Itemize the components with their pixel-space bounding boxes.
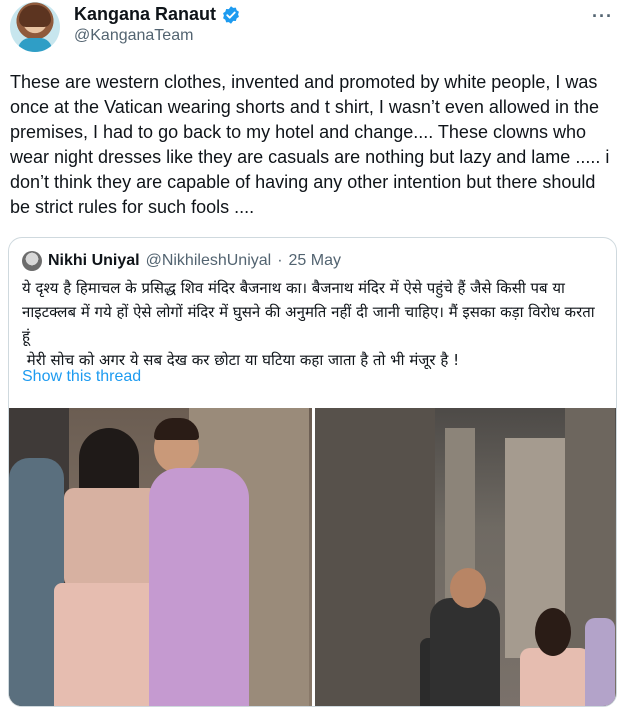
quoted-tweet-header: Nikhi Uniyal @NikhileshUniyal · 25 May <box>22 251 341 271</box>
quoted-author-name: Nikhi Uniyal <box>48 252 140 269</box>
quoted-date[interactable]: 25 May <box>289 252 341 270</box>
author-name-row: Kangana Ranaut <box>74 4 241 25</box>
show-thread-link[interactable]: Show this thread <box>22 368 141 386</box>
quoted-tweet[interactable]: Nikhi Uniyal @NikhileshUniyal · 25 May य… <box>8 237 617 707</box>
quoted-author-avatar <box>22 251 42 271</box>
quoted-media <box>9 408 616 706</box>
temple-photo-right[interactable] <box>315 408 616 706</box>
author-handle[interactable]: @KanganaTeam <box>74 27 193 45</box>
quoted-separator: · <box>277 252 283 269</box>
author-name[interactable]: Kangana Ranaut <box>74 4 216 25</box>
quoted-author-handle: @NikhileshUniyal <box>145 252 272 269</box>
verified-badge-icon <box>223 5 239 24</box>
temple-photo-left[interactable] <box>9 408 312 706</box>
more-options-icon[interactable]: ··· <box>592 6 613 27</box>
author-avatar[interactable] <box>10 2 60 52</box>
tweet-text: These are western clothes, invented and … <box>10 72 615 217</box>
tweet-header: Kangana Ranaut @KanganaTeam ··· <box>10 0 617 60</box>
quoted-tweet-text: ये दृश्य है हिमाचल के प्रसिद्ध शिव मंदिर… <box>22 279 595 369</box>
